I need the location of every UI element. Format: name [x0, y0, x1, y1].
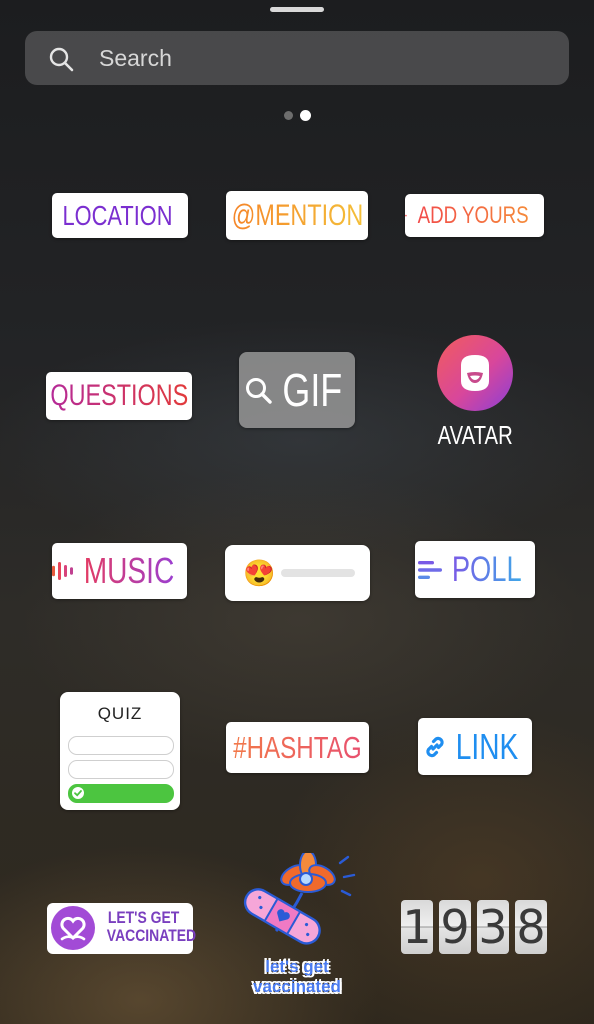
hashtag-sticker[interactable]: #HASHTAG — [226, 722, 369, 773]
heart-eyes-emoji-icon: 😍 — [243, 558, 276, 588]
questions-sticker[interactable]: QUESTIONS — [46, 372, 192, 420]
avatar-label: AVATAR — [437, 420, 513, 450]
emoji-slider-sticker[interactable]: 😍 — [225, 545, 370, 601]
heart-hands-icon — [51, 906, 95, 950]
poll-label: POLL — [452, 549, 522, 589]
search-bar[interactable]: Search — [25, 31, 569, 85]
lets-get-vaccinated-sticker[interactable]: LET'S GET VACCINATED — [47, 903, 196, 954]
clock-sticker[interactable]: 1 9 3 8 — [401, 900, 547, 954]
bandage-flower-icon — [243, 853, 356, 945]
page-indicator-1[interactable] — [284, 111, 293, 120]
avatar-icon — [461, 355, 489, 391]
drag-handle[interactable] — [270, 7, 324, 12]
music-label: MUSIC — [83, 550, 175, 591]
add-yours-sticker[interactable]: ADD YOURS — [405, 194, 544, 237]
avatar-sticker[interactable] — [437, 335, 513, 411]
link-sticker[interactable]: LINK — [418, 718, 532, 775]
link-icon — [426, 736, 445, 757]
poll-lines-icon — [418, 560, 443, 579]
music-bars-icon — [52, 562, 73, 580]
gif-label: GIF — [282, 364, 342, 416]
mention-label: @MENTION — [231, 198, 363, 232]
mention-sticker[interactable]: @MENTION — [226, 191, 368, 240]
slider-track[interactable] — [281, 569, 356, 577]
quiz-option-2 — [68, 760, 174, 779]
check-circle-icon — [72, 787, 84, 799]
clock-digit-2: 9 — [439, 900, 471, 954]
vaccinated-line-1: LET'S GET — [108, 908, 180, 927]
questions-label: QUESTIONS — [50, 379, 188, 412]
clock-digit-4: 8 — [515, 900, 547, 954]
link-label: LINK — [456, 725, 519, 767]
quiz-sticker[interactable]: QUIZ — [60, 692, 180, 810]
location-sticker[interactable]: LOCATION — [52, 193, 188, 238]
gif-sticker[interactable]: GIF — [239, 352, 355, 428]
vaccinated-art-line-1: let's get — [265, 957, 329, 976]
hashtag-label: #HASHTAG — [233, 729, 362, 765]
vaccinated-art-line-2: vaccinated — [253, 977, 341, 996]
search-icon — [49, 47, 74, 72]
camera-icon — [405, 214, 407, 217]
search-icon — [245, 378, 272, 404]
music-sticker[interactable]: MUSIC — [52, 543, 187, 599]
clock-digit-1: 1 — [401, 900, 433, 954]
vaccinated-text: LET'S GET VACCINATED — [97, 908, 196, 946]
poll-sticker[interactable]: POLL — [415, 541, 535, 598]
quiz-label: QUIZ — [97, 704, 143, 723]
search-input[interactable]: Search — [99, 45, 172, 72]
quiz-option-1 — [68, 736, 174, 755]
quiz-option-correct — [68, 784, 174, 803]
avatar-label-wrap: AVATAR — [424, 420, 526, 451]
location-label: LOCATION — [62, 199, 174, 231]
clock-digit-3: 3 — [477, 900, 509, 954]
vaccinated-art-sticker[interactable]: let's get vaccinated — [232, 853, 362, 1001]
page-indicator-2[interactable] — [300, 110, 311, 121]
add-yours-label: ADD YOURS — [417, 201, 529, 229]
vaccinated-art-text: let's get vaccinated — [232, 957, 362, 997]
vaccinated-line-2: VACCINATED — [106, 926, 197, 945]
